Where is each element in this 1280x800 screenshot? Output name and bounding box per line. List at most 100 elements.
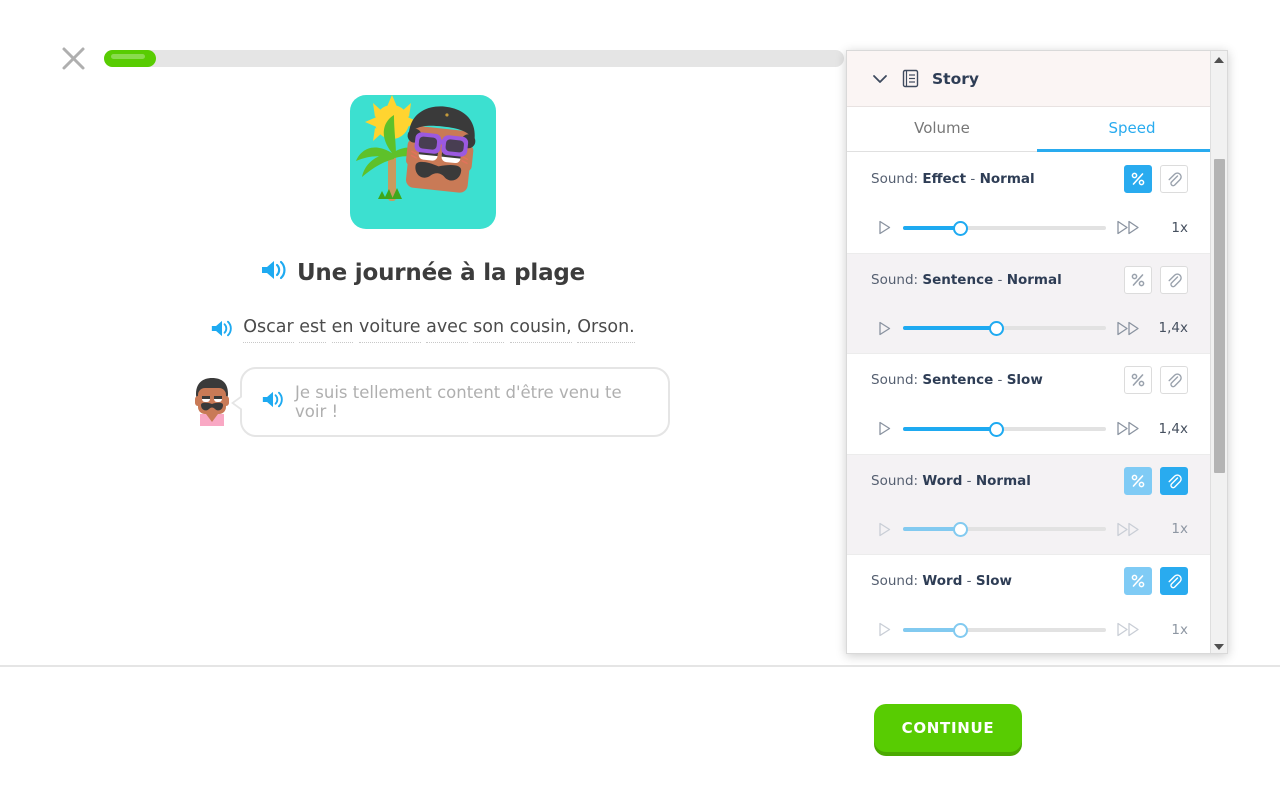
sound-row: Sound: Word - Slow 1x: [847, 555, 1212, 653]
close-icon[interactable]: [60, 45, 87, 72]
fast-forward-icon[interactable]: [1112, 421, 1146, 436]
slider-fill: [903, 627, 960, 632]
chevron-down-icon[interactable]: [871, 70, 889, 88]
narration-word[interactable]: son: [473, 317, 505, 343]
sound-row: Sound: Word - Normal 1x: [847, 454, 1212, 555]
play-icon[interactable]: [871, 220, 897, 235]
fast-forward-icon[interactable]: [1112, 622, 1146, 637]
speed-rate-value: 1,4x: [1158, 320, 1188, 336]
speed-slider[interactable]: [903, 420, 1106, 438]
speed-slider[interactable]: [903, 520, 1106, 538]
sound-row-header: Sound: Word - Slow: [871, 555, 1188, 607]
sound-row-header: Sound: Sentence - Normal: [871, 254, 1188, 306]
percent-icon[interactable]: [1124, 466, 1152, 495]
sound-row-controls: 1x: [871, 205, 1188, 250]
slider-fill: [903, 527, 960, 531]
narration-word[interactable]: en: [331, 317, 354, 343]
play-icon[interactable]: [871, 321, 897, 336]
sound-settings-panel: Story Volume Speed Sound: Effect - Norma…: [846, 50, 1228, 654]
lesson-progress-bar: [104, 50, 844, 67]
speed-rate-value: 1x: [1171, 219, 1188, 236]
paperclip-icon[interactable]: [1160, 265, 1188, 294]
sound-row-header: Sound: Sentence - Slow: [871, 354, 1188, 406]
slider-fill: [903, 326, 997, 330]
sound-row-label: Sound: Word - Slow: [871, 573, 1012, 589]
speed-rate-value: 1,4x: [1158, 420, 1188, 437]
speed-rate-value: 1x: [1171, 621, 1188, 638]
sound-row-header: Sound: Effect - Normal: [871, 153, 1188, 205]
slider-fill: [903, 426, 997, 431]
percent-icon[interactable]: [1124, 165, 1152, 193]
panel-scrollbar[interactable]: [1210, 51, 1227, 653]
speed-slider[interactable]: [903, 319, 1106, 337]
speed-slider[interactable]: [903, 219, 1106, 237]
scroll-down-arrow-icon[interactable]: [1211, 638, 1227, 653]
speech-bubble: Je suis tellement content d'être venu te…: [231, 366, 670, 437]
play-icon[interactable]: [871, 522, 897, 537]
dialogue-text: Je suis tellement content d'être venu te…: [295, 382, 622, 421]
slider-thumb[interactable]: [989, 321, 1005, 336]
narration-word[interactable]: cousin,: [509, 317, 572, 343]
sound-row-label: Sound: Effect - Normal: [871, 171, 1035, 187]
speed-rate-value: 1x: [1171, 521, 1188, 537]
slider-thumb[interactable]: [952, 220, 968, 236]
sound-row: Sound: Effect - Normal 1x: [847, 153, 1212, 254]
sound-row-label: Sound: Word - Normal: [871, 472, 1031, 489]
paperclip-icon[interactable]: [1160, 165, 1188, 193]
slider-fill: [903, 225, 960, 230]
fast-forward-icon[interactable]: [1112, 321, 1146, 336]
speaker-icon[interactable]: [261, 259, 287, 287]
sound-row: Sound: Sentence - Normal 1,4x: [847, 253, 1212, 354]
scroll-up-arrow-icon[interactable]: [1211, 51, 1227, 68]
percent-icon[interactable]: [1124, 265, 1152, 294]
paperclip-icon[interactable]: [1160, 366, 1188, 394]
sound-row: Sound: Sentence - Slow 1,4x: [847, 354, 1212, 455]
fast-forward-icon[interactable]: [1112, 522, 1146, 537]
scrollbar-thumb[interactable]: [1214, 159, 1225, 473]
sound-row-label: Sound: Sentence - Normal: [871, 271, 1062, 288]
sound-row-controls: 1,4x: [871, 406, 1188, 451]
dialogue-row: Je suis tellement content d'être venu te…: [0, 366, 846, 437]
footer-divider: [0, 665, 1280, 667]
slider-thumb[interactable]: [952, 622, 968, 638]
paperclip-icon[interactable]: [1160, 466, 1188, 495]
percent-icon[interactable]: [1124, 567, 1152, 595]
play-icon[interactable]: [871, 421, 897, 436]
character-avatar: [192, 377, 232, 426]
percent-icon[interactable]: [1124, 366, 1152, 394]
narration-word[interactable]: voiture: [359, 317, 421, 343]
narration-word[interactable]: avec: [426, 317, 468, 343]
app-root: Une journée à la plage Oscar est en voit…: [0, 0, 1280, 800]
play-icon[interactable]: [871, 622, 897, 637]
tab-speed[interactable]: Speed: [1037, 107, 1227, 152]
panel-title: Story: [932, 69, 979, 88]
speaker-icon[interactable]: [262, 390, 284, 413]
narration-word[interactable]: Orson.: [577, 317, 635, 343]
narration-text: Oscar est en voiture avec son cousin, Or…: [243, 317, 635, 343]
slider-thumb[interactable]: [989, 421, 1005, 437]
narration-line: Oscar est en voiture avec son cousin, Or…: [0, 317, 846, 343]
beach-scene-illustration: [350, 95, 496, 235]
speed-slider[interactable]: [903, 621, 1106, 639]
sound-row-label: Sound: Sentence - Slow: [871, 372, 1043, 388]
sound-row-controls: 1x: [871, 507, 1188, 552]
lesson-progress-fill: [104, 50, 156, 67]
slider-thumb[interactable]: [952, 522, 968, 537]
page-title: Une journée à la plage: [296, 260, 586, 286]
paperclip-icon[interactable]: [1160, 567, 1188, 595]
continue-button[interactable]: CONTINUE: [874, 704, 1022, 752]
sound-row-controls: 1,4x: [871, 306, 1188, 351]
story-content: Une journée à la plage Oscar est en voit…: [0, 95, 846, 437]
fast-forward-icon[interactable]: [1112, 220, 1146, 235]
panel-tabs: Volume Speed: [847, 107, 1227, 152]
narration-word[interactable]: Oscar: [243, 317, 294, 343]
document-icon: [902, 69, 919, 88]
speaker-icon[interactable]: [211, 319, 233, 342]
narration-word[interactable]: est: [299, 317, 327, 343]
sound-rows-list: Sound: Effect - Normal 1x Sound: Sentence …: [847, 153, 1212, 653]
tab-volume[interactable]: Volume: [847, 107, 1037, 152]
story-title-row: Une journée à la plage: [0, 259, 846, 287]
sound-row-controls: 1x: [871, 607, 1188, 652]
sound-row-header: Sound: Word - Normal: [871, 455, 1188, 507]
panel-header: Story: [847, 51, 1227, 107]
